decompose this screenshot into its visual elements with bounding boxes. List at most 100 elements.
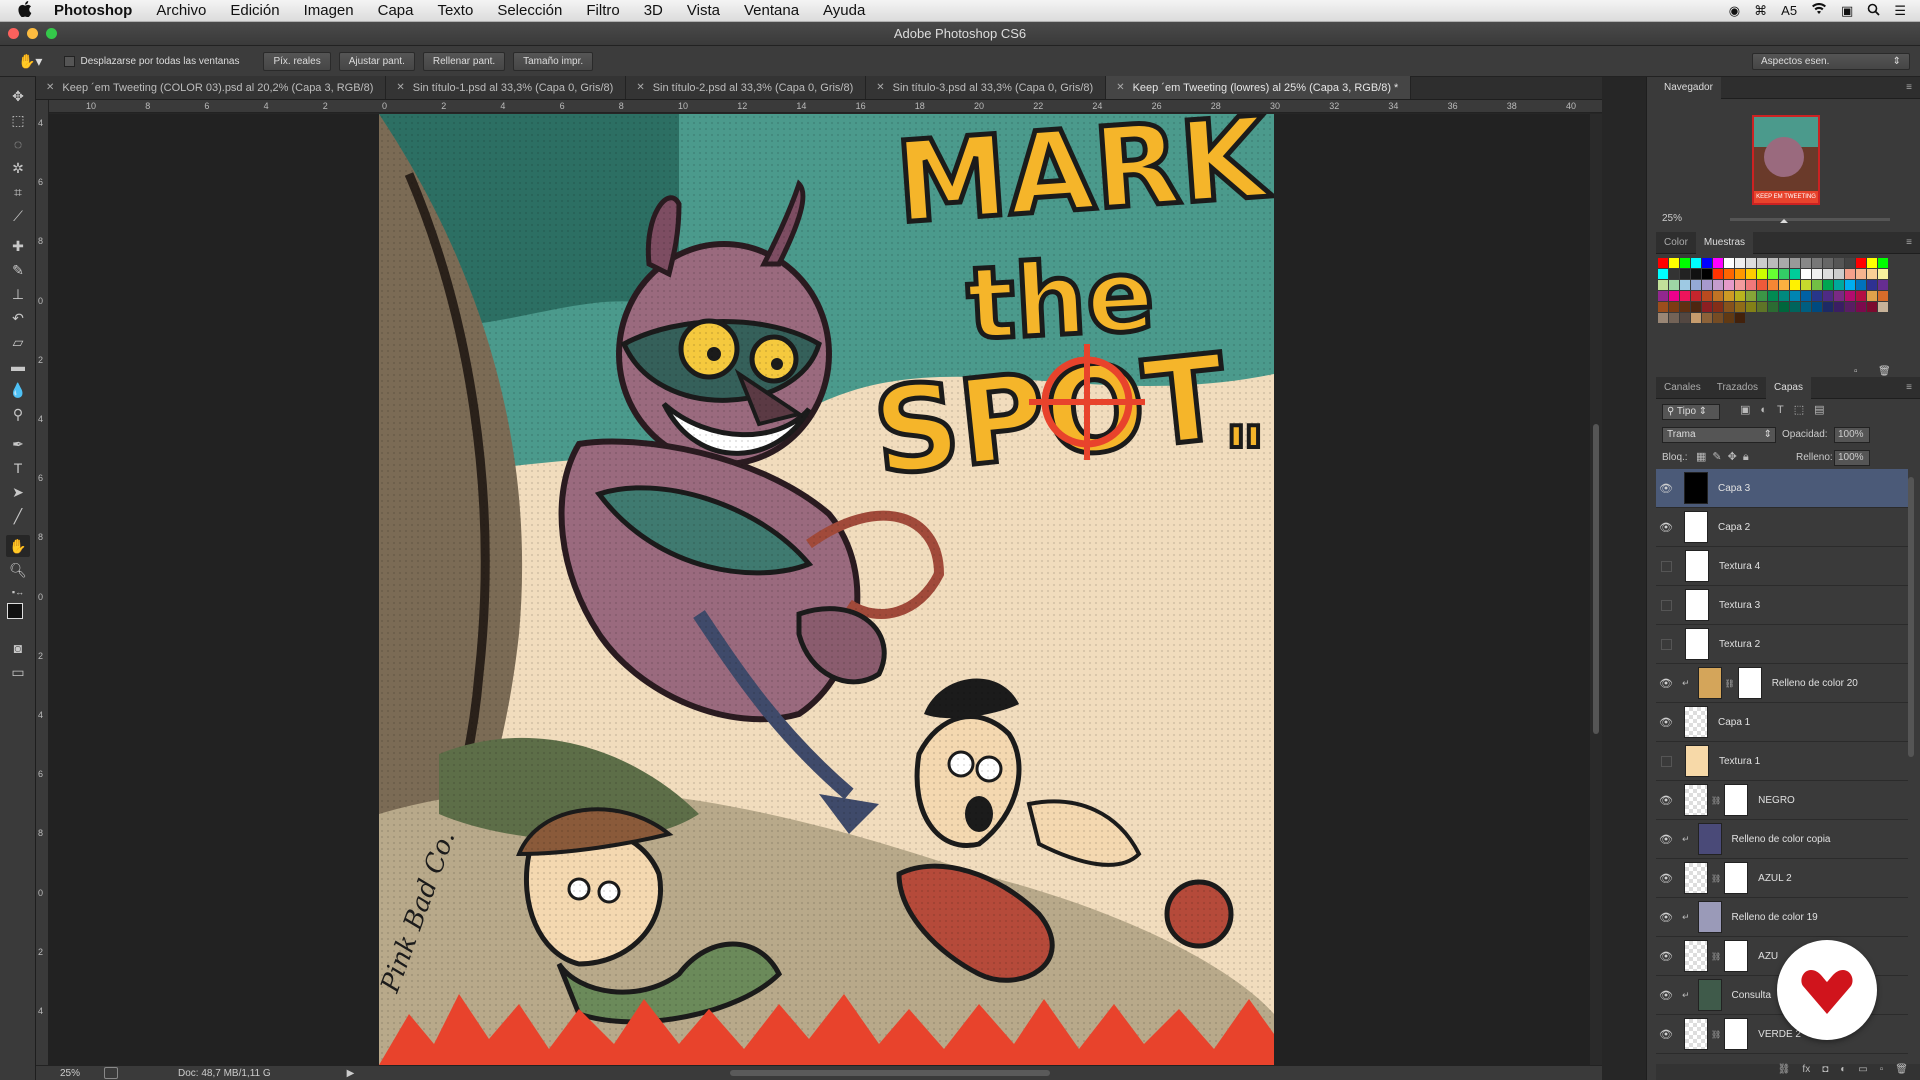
gradient-tool-icon[interactable]: ▬ — [6, 355, 30, 377]
color-swatch[interactable] — [1867, 269, 1877, 279]
tab-color[interactable]: Color — [1656, 232, 1696, 254]
color-swatch[interactable] — [1735, 258, 1745, 268]
color-swatch[interactable] — [1735, 291, 1745, 301]
color-swatch[interactable] — [1702, 280, 1712, 290]
color-swatch[interactable] — [1757, 258, 1767, 268]
spotlight-search-icon[interactable] — [1867, 3, 1880, 19]
hand-tool-preset-icon[interactable]: ✋▾ — [18, 53, 42, 70]
color-swatch[interactable] — [1746, 258, 1756, 268]
color-swatch[interactable] — [1658, 269, 1668, 279]
color-swatch[interactable] — [1845, 302, 1855, 312]
color-swatch[interactable] — [1790, 258, 1800, 268]
color-swatch[interactable] — [1790, 302, 1800, 312]
color-swatch[interactable] — [1779, 269, 1789, 279]
color-swatch[interactable] — [1724, 313, 1734, 323]
layer-mask-thumbnail[interactable] — [1737, 667, 1762, 699]
color-swatch[interactable] — [1658, 258, 1668, 268]
visibility-eye-icon[interactable]: 👁︎ — [1656, 482, 1676, 495]
color-swatch[interactable] — [1757, 280, 1767, 290]
color-swatch[interactable] — [1680, 258, 1690, 268]
color-swatch[interactable] — [1691, 269, 1701, 279]
color-swatch[interactable] — [1823, 258, 1833, 268]
color-swatch[interactable] — [1724, 302, 1734, 312]
color-swatch[interactable] — [1713, 280, 1723, 290]
color-swatch[interactable] — [1878, 258, 1888, 268]
color-swatch[interactable] — [1680, 313, 1690, 323]
color-swatch[interactable] — [1768, 258, 1778, 268]
color-swatch[interactable] — [1691, 313, 1701, 323]
color-swatch[interactable] — [1823, 280, 1833, 290]
color-swatch[interactable] — [1834, 269, 1844, 279]
horizontal-scrollbar-thumb[interactable] — [730, 1070, 1050, 1076]
menu-capa[interactable]: Capa — [366, 2, 426, 19]
color-swatch[interactable] — [1735, 280, 1745, 290]
command-icon[interactable]: ⌘ — [1754, 3, 1767, 19]
document-canvas[interactable]: MARK the SPOT " Pink Bad Co. — [49, 114, 1602, 1065]
color-swatch[interactable] — [1779, 280, 1789, 290]
panel-menu-icon[interactable]: ≡ — [1906, 237, 1912, 248]
color-swatch[interactable] — [1867, 291, 1877, 301]
layer-mask-thumbnail[interactable] — [1724, 1018, 1749, 1050]
layer-style-icon[interactable]: fx — [1802, 1064, 1810, 1080]
layer-row[interactable]: 👁︎ ↵ Relleno de color 19 — [1656, 898, 1908, 937]
zoom-window-button[interactable] — [46, 28, 57, 39]
menu-app-name[interactable]: Photoshop — [50, 2, 144, 19]
color-swatch[interactable] — [1856, 258, 1866, 268]
quick-mask-icon[interactable]: ◙ — [6, 637, 30, 659]
color-swatch[interactable] — [1768, 291, 1778, 301]
layer-thumbnail[interactable] — [1697, 823, 1722, 855]
healing-brush-tool-icon[interactable]: ✚ — [6, 235, 30, 257]
close-window-button[interactable] — [8, 28, 19, 39]
layer-thumbnail[interactable] — [1697, 979, 1722, 1011]
layer-thumbnail[interactable] — [1685, 550, 1709, 582]
color-swatch[interactable] — [1845, 258, 1855, 268]
color-swatch[interactable] — [1735, 269, 1745, 279]
tab-layers[interactable]: Capas — [1766, 376, 1811, 399]
panel-menu-icon[interactable]: ≡ — [1906, 82, 1912, 93]
layer-thumbnail[interactable] — [1684, 784, 1708, 816]
layer-row[interactable]: 👁︎ Capa 2 — [1656, 508, 1908, 547]
color-swatch[interactable] — [1856, 280, 1866, 290]
layer-thumbnail[interactable] — [1685, 589, 1709, 621]
color-swatch[interactable] — [1658, 280, 1668, 290]
opacity-field[interactable]: 100% — [1834, 427, 1870, 443]
color-swatch[interactable] — [1801, 258, 1811, 268]
scroll-thumb[interactable] — [1593, 424, 1599, 734]
new-swatch-icon[interactable]: ▫ — [1854, 366, 1858, 377]
color-swatch[interactable] — [1713, 302, 1723, 312]
color-swatch[interactable] — [1691, 258, 1701, 268]
color-swatch[interactable] — [1746, 302, 1756, 312]
layer-row[interactable]: 👁︎ ↵ Relleno de color copia — [1656, 820, 1908, 859]
scroll-all-windows-checkbox[interactable]: Desplazarse por todas las ventanas — [64, 55, 239, 67]
layer-thumbnail[interactable] — [1685, 745, 1709, 777]
workspace-switcher[interactable]: Aspectos esen. ⇕ — [1752, 53, 1910, 70]
display-icon[interactable]: ▣ — [1841, 3, 1853, 19]
visibility-toggle-off[interactable] — [1661, 638, 1672, 650]
visibility-toggle-off[interactable] — [1661, 560, 1672, 572]
color-swatch[interactable] — [1801, 280, 1811, 290]
layer-thumbnail[interactable] — [1684, 862, 1708, 894]
color-swatch[interactable] — [1757, 269, 1767, 279]
color-swatch[interactable] — [1746, 291, 1756, 301]
close-tab-icon[interactable]: ✕ — [1116, 82, 1124, 93]
eyedropper-tool-icon[interactable]: ⟋ — [6, 205, 30, 227]
visibility-eye-icon[interactable]: 👁︎ — [1656, 1028, 1676, 1041]
close-tab-icon[interactable]: ✕ — [46, 82, 54, 93]
layer-thumbnail[interactable] — [1684, 706, 1708, 738]
line-tool-icon[interactable]: ╱ — [6, 505, 30, 527]
layer-thumbnail[interactable] — [1684, 1018, 1708, 1050]
marquee-tool-icon[interactable]: ⬚ — [6, 109, 30, 131]
color-swatch[interactable] — [1867, 280, 1877, 290]
color-swatch[interactable] — [1856, 291, 1866, 301]
color-swatch[interactable] — [1713, 258, 1723, 268]
color-swatch[interactable] — [1823, 291, 1833, 301]
color-swatch[interactable] — [1691, 280, 1701, 290]
tab-swatches[interactable]: Muestras — [1695, 231, 1754, 254]
visibility-eye-icon[interactable]: 👁︎ — [1656, 794, 1676, 807]
layer-row[interactable]: Textura 2 — [1656, 625, 1908, 664]
minimize-window-button[interactable] — [27, 28, 38, 39]
notification-center-icon[interactable]: ☰ — [1894, 3, 1906, 19]
panel-menu-icon[interactable]: ≡ — [1906, 382, 1912, 393]
lock-icons[interactable]: ▦✎✥🔒︎ — [1696, 450, 1755, 464]
tab-document-1[interactable]: ✕ Keep ´em Tweeting (COLOR 03).psd al 20,… — [36, 76, 387, 99]
